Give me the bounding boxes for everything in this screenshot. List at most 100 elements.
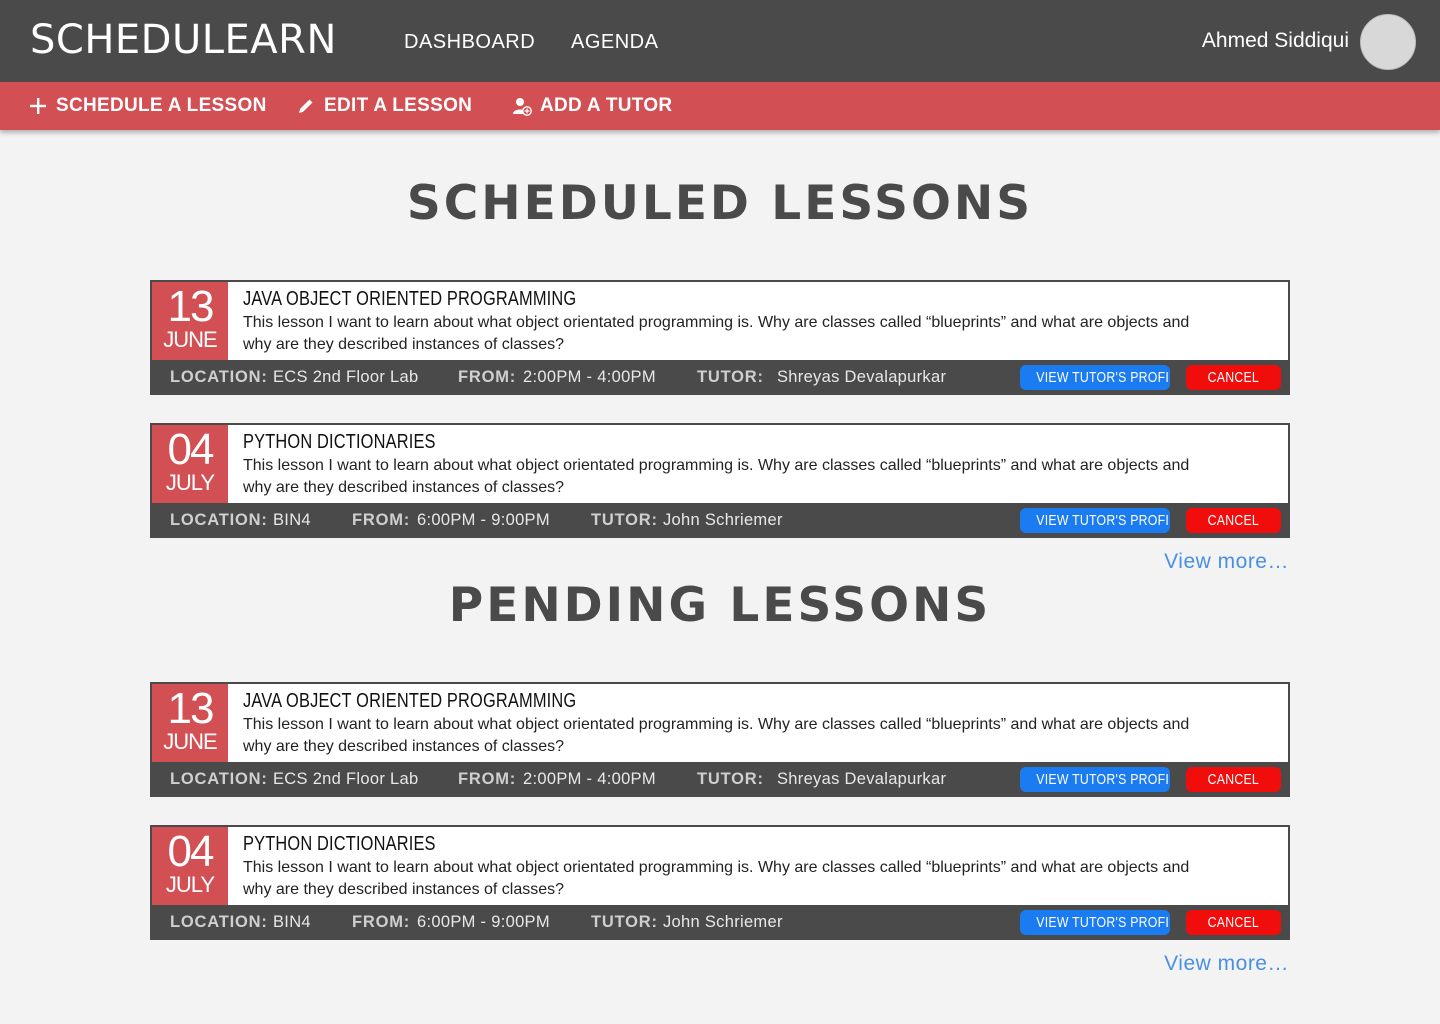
cancel-label: CANCEL <box>1207 369 1260 386</box>
tutor-info: Shreyas Devalapurkar <box>777 367 946 387</box>
app-logo[interactable]: SCHEDULEARN <box>30 16 337 64</box>
lesson-card: 13 JUNE JAVA OBJECT ORIENTED PROGRAMMING… <box>150 682 1290 797</box>
add-user-icon <box>512 96 532 116</box>
tutor-label: TUTOR: <box>591 913 658 931</box>
view-more-scheduled-link[interactable]: View more… <box>1164 550 1289 574</box>
from-label: FROM: <box>352 913 411 931</box>
from-info: 6:00PM - 9:00PM <box>417 912 550 932</box>
edit-lesson-label: EDIT A LESSON <box>324 95 473 116</box>
view-tutor-profile-label: VIEW TUTOR'S PROFILE <box>1036 914 1170 931</box>
tutor-info: John Schriemer <box>663 912 783 932</box>
avatar[interactable] <box>1360 14 1416 70</box>
lesson-description: This lesson I want to learn about what o… <box>243 314 1190 353</box>
lesson-card: 04 JULY PYTHON DICTIONARIES This lesson … <box>150 423 1290 538</box>
nav-agenda[interactable]: AGENDA <box>571 30 658 54</box>
date-month: JUNE <box>163 729 217 754</box>
cancel-button[interactable]: CANCEL <box>1186 767 1281 792</box>
date-badge: 04 JULY <box>152 425 228 503</box>
location-value: ECS 2nd Floor Lab <box>273 770 419 788</box>
from-info: FROM: <box>352 912 410 932</box>
from-info: FROM: <box>458 367 516 387</box>
lesson-card: 04 JULY PYTHON DICTIONARIES This lesson … <box>150 825 1290 940</box>
location-info: BIN4 <box>273 510 311 530</box>
location-value: BIN4 <box>273 511 311 529</box>
tutor-info: TUTOR: <box>697 367 764 387</box>
location-label: LOCATION: <box>170 913 268 931</box>
from-label: FROM: <box>458 770 517 788</box>
view-tutor-profile-label: VIEW TUTOR'S PROFILE <box>1036 512 1170 529</box>
lesson-description: This lesson I want to learn about what o… <box>243 457 1190 496</box>
view-tutor-profile-button[interactable]: VIEW TUTOR'S PROFILE <box>1020 365 1170 390</box>
date-day: 04 <box>167 425 215 474</box>
lesson-description: This lesson I want to learn about what o… <box>243 716 1190 755</box>
tutor-value: Shreyas Devalapurkar <box>777 770 947 788</box>
view-tutor-profile-label: VIEW TUTOR'S PROFILE <box>1036 369 1170 386</box>
section-title-pending: PENDING LESSONS <box>448 578 992 633</box>
view-tutor-profile-button[interactable]: VIEW TUTOR'S PROFILE <box>1020 910 1170 935</box>
schedule-lesson-label: SCHEDULE A LESSON <box>56 95 267 116</box>
date-badge: 04 JULY <box>152 827 228 905</box>
lesson-title: PYTHON DICTIONARIES <box>243 833 436 855</box>
plus-icon <box>28 96 48 116</box>
from-label: FROM: <box>352 511 411 529</box>
date-badge: 13 JUNE <box>152 282 228 360</box>
location-info: BIN4 <box>273 912 311 932</box>
location-value: BIN4 <box>273 913 311 931</box>
add-tutor-button[interactable]: ADD A TUTOR <box>512 94 672 118</box>
tutor-info: Shreyas Devalapurkar <box>777 769 946 789</box>
time-value: 2:00PM - 4:00PM <box>523 368 656 386</box>
from-info: FROM: <box>458 769 516 789</box>
view-more-pending-link[interactable]: View more… <box>1164 952 1289 976</box>
location-label: LOCATION: <box>170 368 268 386</box>
date-day: 13 <box>167 684 215 733</box>
cancel-label: CANCEL <box>1207 914 1260 931</box>
tutor-info: TUTOR: <box>591 912 658 932</box>
location-info: LOCATION: <box>170 367 268 387</box>
schedule-lesson-button[interactable]: SCHEDULE A LESSON <box>28 94 267 118</box>
cancel-button[interactable]: CANCEL <box>1186 910 1281 935</box>
date-month: JULY <box>165 872 215 897</box>
time-value: 6:00PM - 9:00PM <box>417 511 550 529</box>
cancel-button[interactable]: CANCEL <box>1186 508 1281 533</box>
view-tutor-profile-label: VIEW TUTOR'S PROFILE <box>1036 771 1170 788</box>
lesson-info-bar: LOCATION: BIN4 FROM: 6:00PM - 9:00PM TUT… <box>152 503 1288 536</box>
lesson-description: This lesson I want to learn about what o… <box>243 859 1190 898</box>
cancel-button[interactable]: CANCEL <box>1186 365 1281 390</box>
location-info: ECS 2nd Floor Lab <box>273 367 418 387</box>
tutor-info: John Schriemer <box>663 510 783 530</box>
tutor-info: TUTOR: <box>697 769 764 789</box>
nav-dashboard[interactable]: DASHBOARD <box>404 30 535 54</box>
lesson-info-bar: LOCATION: BIN4 FROM: 6:00PM - 9:00PM TUT… <box>152 905 1288 938</box>
view-tutor-profile-button[interactable]: VIEW TUTOR'S PROFILE <box>1020 767 1170 792</box>
view-tutor-profile-button[interactable]: VIEW TUTOR'S PROFILE <box>1020 508 1170 533</box>
lesson-title: JAVA OBJECT ORIENTED PROGRAMMING <box>243 690 577 712</box>
location-info: ECS 2nd Floor Lab <box>273 769 418 789</box>
from-info: FROM: <box>352 510 410 530</box>
date-month: JUNE <box>163 327 217 352</box>
location-label: LOCATION: <box>170 770 268 788</box>
lesson-card: 13 JUNE JAVA OBJECT ORIENTED PROGRAMMING… <box>150 280 1290 395</box>
from-info: 6:00PM - 9:00PM <box>417 510 550 530</box>
user-name[interactable]: Ahmed Siddiqui <box>1202 29 1349 53</box>
location-info: LOCATION: <box>170 912 268 932</box>
date-badge: 13 JUNE <box>152 684 228 762</box>
tutor-info: TUTOR: <box>591 510 658 530</box>
from-info: 2:00PM - 4:00PM <box>523 769 656 789</box>
date-month: JULY <box>165 470 215 495</box>
location-info: LOCATION: <box>170 769 268 789</box>
lesson-info-bar: LOCATION: ECS 2nd Floor Lab FROM: 2:00PM… <box>152 360 1288 393</box>
from-label: FROM: <box>458 368 517 386</box>
section-title-scheduled: SCHEDULED LESSONS <box>406 176 1034 231</box>
pencil-icon <box>296 96 316 116</box>
top-bar: SCHEDULEARN DASHBOARD AGENDA Ahmed Siddi… <box>0 0 1440 82</box>
location-info: LOCATION: <box>170 510 268 530</box>
location-value: ECS 2nd Floor Lab <box>273 368 419 386</box>
tutor-label: TUTOR: <box>697 368 764 386</box>
action-bar: SCHEDULE A LESSON EDIT A LESSON ADD A TU… <box>0 82 1440 130</box>
tutor-value: John Schriemer <box>663 913 783 931</box>
tutor-label: TUTOR: <box>697 770 764 788</box>
from-info: 2:00PM - 4:00PM <box>523 367 656 387</box>
edit-lesson-button[interactable]: EDIT A LESSON <box>296 94 472 118</box>
time-value: 2:00PM - 4:00PM <box>523 770 656 788</box>
date-day: 13 <box>167 282 215 331</box>
